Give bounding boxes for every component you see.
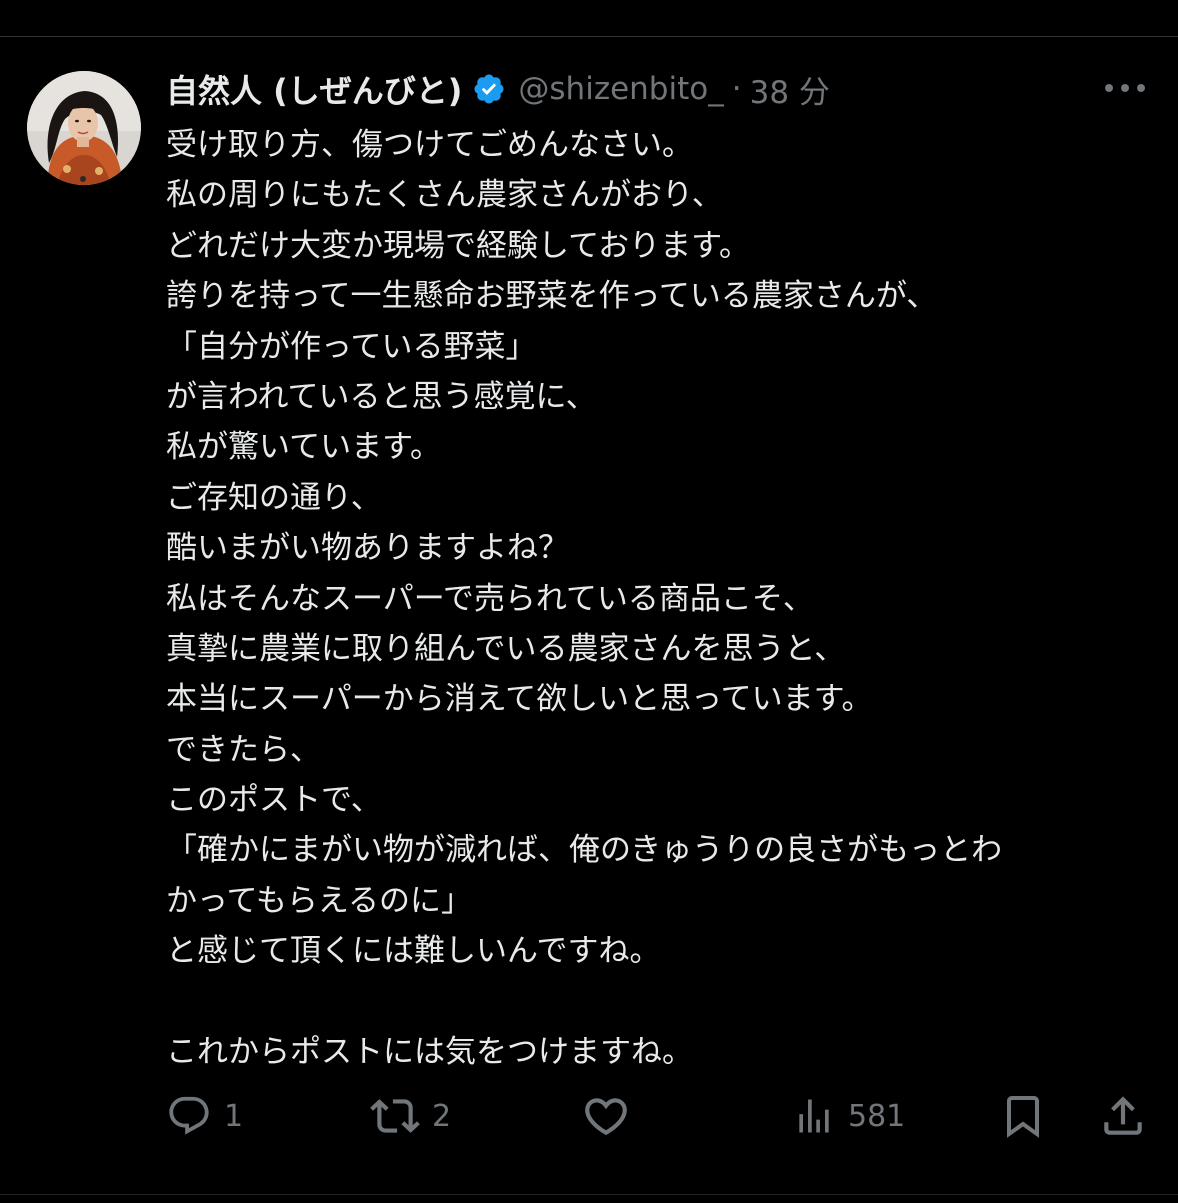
verified-badge-icon[interactable] [472,72,506,106]
repost-button[interactable]: 2 [370,1086,451,1146]
tweet-line: 受け取り方、傷つけてごめんなさい。 [166,127,693,163]
separator-dot: · [731,71,742,107]
tweet-line: このポストで、 [166,782,382,819]
tweet-line: 誇りを持って一生懸命お野菜を作っている農家さんが、 [166,278,938,315]
views-button[interactable]: 581 [792,1086,905,1146]
tweet-line: ご存知の通り、 [166,479,382,516]
more-dots-icon[interactable] [1103,68,1147,108]
tweet-text: 受け取り方、傷つけてごめんなさい。 私の周りにもたくさん農家さんがおり、 どれだ… [166,120,1166,1077]
tweet-line: 私の周りにもたくさん農家さんがおり、 [166,177,723,214]
share-icon [1104,1096,1142,1135]
top-divider [0,36,1178,37]
share-button[interactable] [1098,1086,1148,1146]
tweet-line: 「自分が作っている野菜」 [166,328,537,365]
tweet-line: が言われていると思う感覚に、 [166,378,597,415]
tweet-line: 本当にスーパーから消えて欲しいと思っています。 [166,681,873,718]
avatar[interactable] [27,71,141,185]
bookmark-button[interactable] [999,1086,1047,1146]
views-count: 581 [848,1098,906,1134]
tweet-header: 自然人 (しぜんびと) @shizenbito_ · 38 分 [166,62,830,116]
tweet-line: できたら、 [166,731,321,768]
like-button[interactable] [581,1086,631,1146]
tweet-line: これからポストには気をつけますね。 [166,1034,693,1071]
action-bar: 1 2 581 [0,1086,1178,1146]
tweet-line: 私が驚いています。 [166,429,441,466]
tweet-line: 私はそんなスーパーで売られている商品こそ、 [166,580,814,617]
reply-button[interactable]: 1 [166,1086,243,1146]
like-heart-icon [585,1098,627,1136]
tweet-line: と感じて頂くには難しいんですね。 [166,933,661,970]
tweet-line: どれだけ大変か現場で経験しております。 [166,227,751,264]
tweet-line: 「確かにまがい物が減れば、俺のきゅうりの良さがもっとわ [166,832,1003,869]
profile-photo [27,71,141,185]
tweet-line: かってもらえるのに」 [166,882,472,919]
author-handle[interactable]: @shizenbito_ [518,71,723,107]
repost-count: 2 [432,1098,452,1134]
display-name[interactable]: 自然人 (しぜんびと) [166,66,462,112]
post-time[interactable]: 38 分 [750,67,830,112]
reply-icon [169,1096,209,1135]
repost-icon [370,1099,420,1133]
bottom-divider [0,1194,1178,1195]
tweet-line: 酷いまがい物ありますよね？ [166,530,569,567]
reply-count: 1 [224,1098,244,1134]
bookmark-icon [1007,1096,1039,1138]
views-chart-icon [799,1099,829,1133]
tweet-line: 真摯に農業に取り組んでいる農家さんを思うと、 [166,630,846,667]
